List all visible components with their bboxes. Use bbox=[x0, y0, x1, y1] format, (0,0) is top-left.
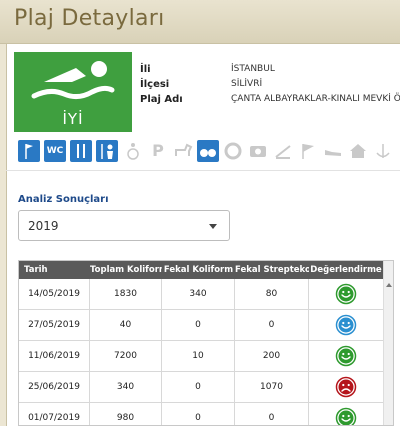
binoculars-icon bbox=[197, 140, 219, 162]
smiley-face-icon bbox=[335, 345, 357, 367]
cell-fekal-streptekok: 0 bbox=[235, 310, 309, 341]
page-title: Plaj Detayları bbox=[14, 6, 165, 31]
info-label: İlçesi bbox=[140, 79, 170, 90]
cell-rating bbox=[309, 372, 383, 403]
cell-fekal-koliform: 0 bbox=[162, 403, 235, 425]
shower-icon bbox=[272, 140, 294, 162]
cell-date: 25/06/2019 bbox=[19, 372, 90, 403]
cell-toplam-koliform: 40 bbox=[90, 310, 162, 341]
cell-fekal-koliform: 0 bbox=[162, 372, 235, 403]
cell-fekal-streptekok: 80 bbox=[235, 279, 309, 310]
table-row: 25/06/2019 340 0 1070 bbox=[19, 372, 383, 403]
cell-fekal-streptekok: 1070 bbox=[235, 372, 309, 403]
table-row: 01/07/2019 980 0 0 bbox=[19, 403, 383, 425]
swimmer-icon bbox=[31, 61, 115, 100]
smiley-face-icon bbox=[335, 407, 357, 425]
cell-date: 27/05/2019 bbox=[19, 310, 90, 341]
cell-date: 01/07/2019 bbox=[19, 403, 90, 425]
cell-date: 14/05/2019 bbox=[19, 279, 90, 310]
year-select-value: 2019 bbox=[28, 219, 59, 233]
smiley-face-icon bbox=[335, 283, 357, 305]
parking-label: P bbox=[152, 141, 164, 160]
divider bbox=[6, 170, 400, 171]
anchor-icon bbox=[372, 140, 394, 162]
wheelchair-icon bbox=[122, 140, 144, 162]
house-icon bbox=[347, 140, 369, 162]
cell-fekal-streptekok: 0 bbox=[235, 403, 309, 425]
cell-fekal-koliform: 340 bbox=[162, 279, 235, 310]
smiley-face-icon bbox=[335, 314, 357, 336]
column-header-fekal-koliform: Fekal Koliform bbox=[163, 265, 234, 275]
cell-fekal-koliform: 0 bbox=[162, 310, 235, 341]
flag-icon bbox=[18, 140, 40, 162]
cell-date: 11/06/2019 bbox=[19, 341, 90, 372]
sad-face-icon bbox=[335, 376, 357, 398]
cell-rating bbox=[309, 341, 383, 372]
cell-toplam-koliform: 340 bbox=[90, 372, 162, 403]
quality-label: İYİ bbox=[62, 110, 84, 128]
cell-rating bbox=[309, 279, 383, 310]
cell-toplam-koliform: 980 bbox=[90, 403, 162, 425]
cell-fekal-koliform: 10 bbox=[162, 341, 235, 372]
info-value: ÇANTA ALBAYRAKLAR-KINALI MEVKİ ÖNÜ bbox=[231, 94, 400, 104]
info-label: İli bbox=[140, 64, 151, 75]
cell-rating bbox=[309, 403, 383, 425]
dog-icon bbox=[172, 140, 194, 162]
analysis-table: Tarih Toplam Koliform Fekal Koliform Fek… bbox=[18, 260, 394, 426]
parking-icon: P bbox=[147, 140, 169, 162]
column-header-toplam-koliform: Toplam Koliform bbox=[90, 265, 162, 275]
column-header-tarih: Tarih bbox=[24, 265, 48, 275]
water-quality-badge: İYİ bbox=[14, 52, 132, 132]
lifeguard-icon bbox=[96, 140, 118, 162]
wc-label: WC bbox=[46, 146, 64, 156]
info-value: SİLİVRİ bbox=[231, 79, 263, 89]
cell-toplam-koliform: 7200 bbox=[90, 341, 162, 372]
cell-rating bbox=[309, 310, 383, 341]
wc-icon: WC bbox=[44, 140, 66, 162]
first-aid-icon bbox=[247, 140, 269, 162]
lifebuoy-icon bbox=[222, 140, 244, 162]
facility-icons: WC P bbox=[18, 140, 400, 164]
info-label: Plaj Adı bbox=[140, 94, 183, 105]
white-flag-icon bbox=[297, 140, 319, 162]
analysis-label: Analiz Sonuçları bbox=[18, 194, 109, 205]
scroll-up-icon[interactable] bbox=[386, 283, 392, 287]
column-header-degerlendirme: Değerlendirme bbox=[310, 265, 382, 275]
table-row: 27/05/2019 40 0 0 bbox=[19, 310, 383, 341]
title-bar: Plaj Detayları bbox=[0, 0, 400, 44]
info-value: İSTANBUL bbox=[231, 64, 275, 74]
restaurant-icon bbox=[70, 140, 92, 162]
table-scrollbar[interactable] bbox=[383, 261, 393, 425]
cell-fekal-streptekok: 200 bbox=[235, 341, 309, 372]
table-header: Tarih Toplam Koliform Fekal Koliform Fek… bbox=[19, 261, 383, 279]
table-row: 11/06/2019 7200 10 200 bbox=[19, 341, 383, 372]
table-row: 14/05/2019 1830 340 80 bbox=[19, 279, 383, 310]
chevron-down-icon bbox=[209, 224, 217, 229]
year-select[interactable]: 2019 bbox=[18, 210, 230, 241]
cell-toplam-koliform: 1830 bbox=[90, 279, 162, 310]
column-header-fekal-streptekok: Fekal Streptekok bbox=[235, 265, 309, 275]
shoe-icon bbox=[322, 140, 344, 162]
